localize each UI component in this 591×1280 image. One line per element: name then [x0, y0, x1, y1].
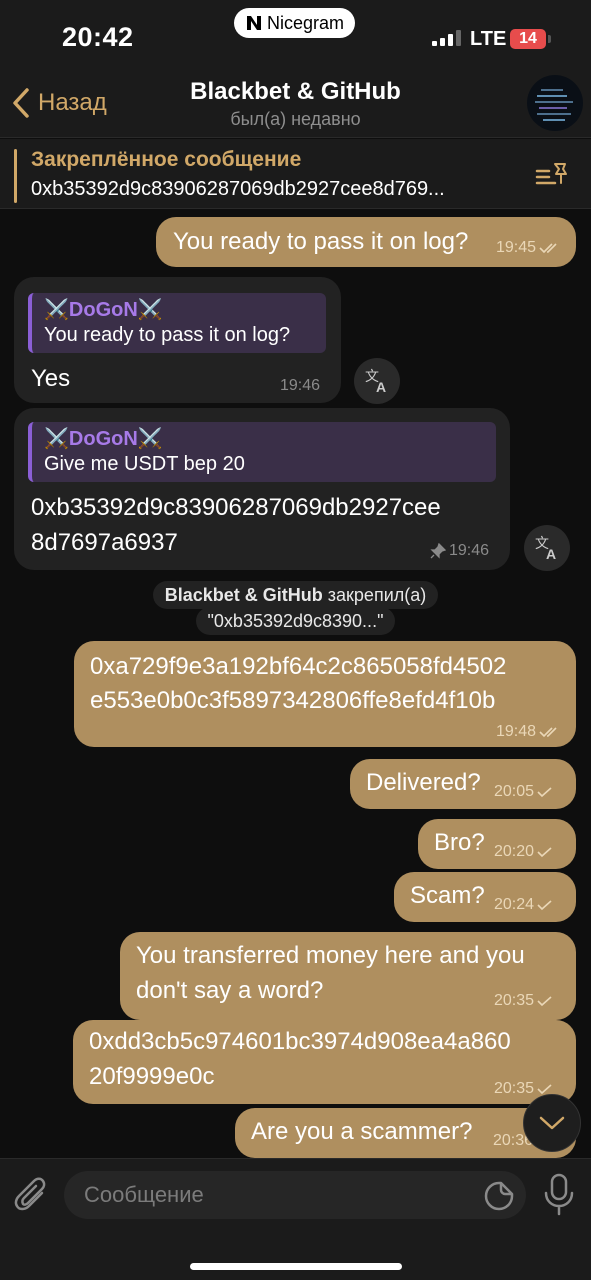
- avatar[interactable]: [527, 75, 583, 131]
- message-list[interactable]: You ready to pass it on log? 19:45 ⚔️DoG…: [0, 210, 591, 1158]
- paperclip-icon[interactable]: [14, 1175, 50, 1215]
- translate-icon: 文A: [365, 368, 386, 394]
- composer-bar: [0, 1158, 591, 1280]
- chat-screen: 20:42 Nicegram LTE 14 Назад Blackbet & G…: [0, 0, 591, 1280]
- incoming-message[interactable]: ⚔️DoGoN⚔️ Give me USDT bep 20 0xb35392d9…: [14, 408, 510, 570]
- svg-text:A: A: [376, 379, 386, 394]
- check-icon: [537, 847, 552, 858]
- outgoing-message[interactable]: Bro? 20:20: [418, 819, 576, 869]
- chat-header: Назад Blackbet & GitHub был(а) недавно: [0, 66, 591, 138]
- message-text-line: You transferred money here and you: [136, 942, 525, 969]
- service-action: закрепил(а): [327, 585, 427, 605]
- message-meta: 19:48: [496, 723, 559, 741]
- message-time: 19:46: [449, 542, 490, 559]
- reply-author: ⚔️DoGoN⚔️: [44, 299, 163, 321]
- pin-icon: [430, 543, 446, 559]
- message-text-line: 20f9999e0c: [89, 1063, 215, 1090]
- outgoing-message[interactable]: Scam? 20:24: [394, 872, 576, 922]
- chevron-down-icon: [539, 1116, 565, 1130]
- reply-quote[interactable]: ⚔️DoGoN⚔️ You ready to pass it on log?: [28, 293, 326, 353]
- status-bar: 20:42 Nicegram LTE 14: [0, 0, 591, 66]
- message-time: 20:35: [494, 1080, 535, 1097]
- message-time: 19:45: [496, 239, 537, 256]
- message-meta: 20:24: [494, 896, 553, 914]
- reply-text: Give me USDT bep 20: [44, 453, 245, 475]
- nicegram-label: Nicegram: [266, 12, 345, 33]
- pinned-title: Закреплённое сообщение: [31, 148, 302, 171]
- pin-list-icon[interactable]: [535, 161, 569, 189]
- double-check-icon: [539, 727, 557, 738]
- status-time: 20:42: [62, 22, 134, 52]
- translate-button[interactable]: 文A: [524, 525, 570, 571]
- message-meta: 20:20: [494, 843, 553, 861]
- service-message-quote: "0xb35392d9c8390...": [0, 607, 591, 635]
- message-meta: 19:46: [280, 377, 320, 395]
- message-text-line: 8d7697a6937: [31, 529, 178, 556]
- sticker-icon[interactable]: [484, 1181, 514, 1211]
- message-time: 19:48: [496, 723, 537, 740]
- reply-quote[interactable]: ⚔️DoGoN⚔️ Give me USDT bep 20: [28, 422, 496, 482]
- message-text: Scam?: [410, 882, 485, 909]
- reply-text: You ready to pass it on log?: [44, 324, 291, 346]
- nicegram-badge: Nicegram: [234, 8, 355, 38]
- message-text-line: don't say a word?: [136, 977, 324, 1004]
- service-quote[interactable]: "0xb35392d9c8390...": [195, 607, 396, 635]
- nicegram-logo-icon: [246, 16, 261, 30]
- message-text-line: 0xdd3cb5c974601bc3974d908ea4a860: [89, 1028, 511, 1055]
- service-actor[interactable]: Blackbet & GitHub: [165, 585, 323, 605]
- message-input[interactable]: [64, 1171, 526, 1219]
- battery-tip: [548, 35, 551, 43]
- message-text-line: e553e0b0c3f5897342806ffe8efd4f10b: [90, 687, 496, 714]
- outgoing-message[interactable]: 0xa729f9e3a192bf64c2c865058fd4502 e553e0…: [74, 641, 576, 747]
- message-text: Yes: [31, 365, 71, 392]
- message-time: 20:05: [494, 783, 535, 800]
- pinned-indicator: [14, 149, 17, 203]
- translate-button[interactable]: 文A: [354, 358, 400, 404]
- message-time: 20:35: [494, 992, 535, 1009]
- service-message: Blackbet & GitHub закрепил(а): [0, 581, 591, 609]
- svg-text:A: A: [546, 546, 556, 561]
- home-indicator: [190, 1263, 402, 1270]
- message-meta: 19:45: [496, 239, 559, 257]
- reply-author: ⚔️DoGoN⚔️: [44, 428, 163, 450]
- message-time: 20:24: [494, 896, 535, 913]
- message-text: Delivered?: [366, 769, 481, 796]
- double-check-icon: [539, 243, 557, 254]
- outgoing-message[interactable]: You ready to pass it on log? 19:45: [156, 217, 576, 267]
- message-meta: 20:05: [494, 783, 553, 801]
- outgoing-message[interactable]: You transferred money here and you don't…: [120, 932, 576, 1020]
- translate-icon: 文A: [535, 535, 556, 561]
- message-meta: 19:46: [430, 542, 489, 560]
- chat-title[interactable]: Blackbet & GitHub: [0, 78, 591, 106]
- message-text: Bro?: [434, 829, 485, 856]
- message-text: You ready to pass it on log?: [173, 228, 469, 255]
- pinned-text: 0xb35392d9c83906287069db2927cee8d769...: [31, 178, 445, 200]
- incoming-message[interactable]: ⚔️DoGoN⚔️ You ready to pass it on log? Y…: [14, 277, 341, 403]
- network-type: LTE: [470, 28, 507, 50]
- signal-icon: [432, 30, 461, 46]
- message-text: Are you a scammer?: [251, 1118, 473, 1145]
- last-seen-status: был(а) недавно: [230, 109, 361, 129]
- message-time: 20:20: [494, 843, 535, 860]
- message-meta: 20:35: [494, 992, 553, 1010]
- scroll-down-button[interactable]: [523, 1094, 581, 1152]
- battery-icon: 14: [510, 29, 546, 49]
- microphone-icon[interactable]: [542, 1173, 576, 1217]
- check-icon: [537, 996, 552, 1007]
- message-text-line: 0xa729f9e3a192bf64c2c865058fd4502: [90, 653, 507, 680]
- outgoing-message[interactable]: 0xdd3cb5c974601bc3974d908ea4a860 20f9999…: [73, 1020, 576, 1104]
- message-text-line: 0xb35392d9c83906287069db2927cee: [31, 494, 441, 521]
- pinned-message-bar[interactable]: Закреплённое сообщение 0xb35392d9c839062…: [0, 139, 591, 209]
- check-icon: [537, 900, 552, 911]
- message-time: 19:46: [280, 377, 321, 394]
- check-icon: [537, 787, 552, 798]
- outgoing-message[interactable]: Delivered? 20:05: [350, 759, 576, 809]
- service-pill-actor: Blackbet & GitHub закрепил(а): [152, 581, 439, 609]
